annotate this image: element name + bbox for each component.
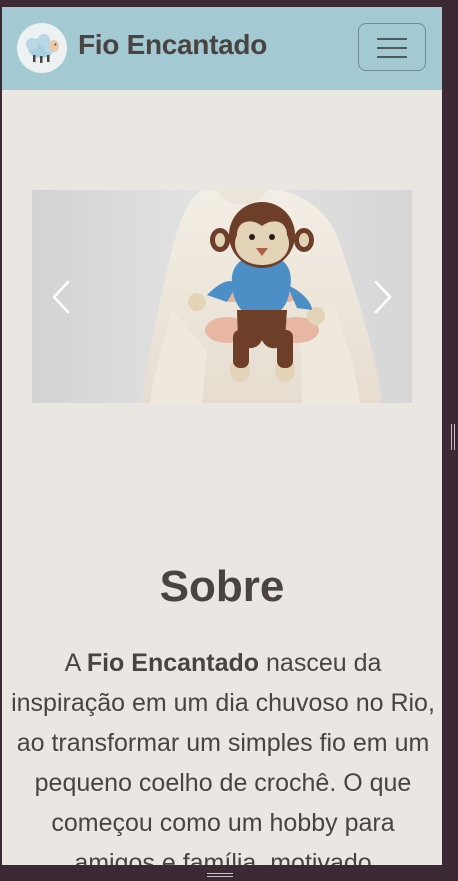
about-text-body: nasceu da inspiração em um dia chuvoso n… <box>11 649 435 865</box>
menu-toggle-button[interactable] <box>358 23 426 71</box>
carousel-next-button[interactable] <box>352 190 412 403</box>
window-top-frame <box>0 0 458 7</box>
sheep-icon[interactable] <box>17 23 67 73</box>
about-paragraph: A Fio Encantado nasceu da inspiração em … <box>8 643 438 865</box>
about-section-title: Sobre <box>159 562 285 611</box>
chevron-right-icon <box>374 280 392 314</box>
carousel-prev-button[interactable] <box>32 190 92 403</box>
vertical-resize-handle[interactable] <box>450 424 456 450</box>
navbar: Fio Encantado <box>2 7 442 90</box>
brand-name[interactable]: Fio Encantado <box>78 29 267 61</box>
horizontal-resize-handle[interactable] <box>207 872 233 878</box>
chevron-left-icon <box>52 280 70 314</box>
about-text-brand: Fio Encantado <box>86 649 260 677</box>
page-viewport: Fio Encantado Sobre A Fio Encantado nasc… <box>2 7 442 865</box>
about-text-prefix: A <box>64 649 87 677</box>
window-bottom-frame <box>0 865 458 881</box>
image-carousel <box>32 190 412 403</box>
